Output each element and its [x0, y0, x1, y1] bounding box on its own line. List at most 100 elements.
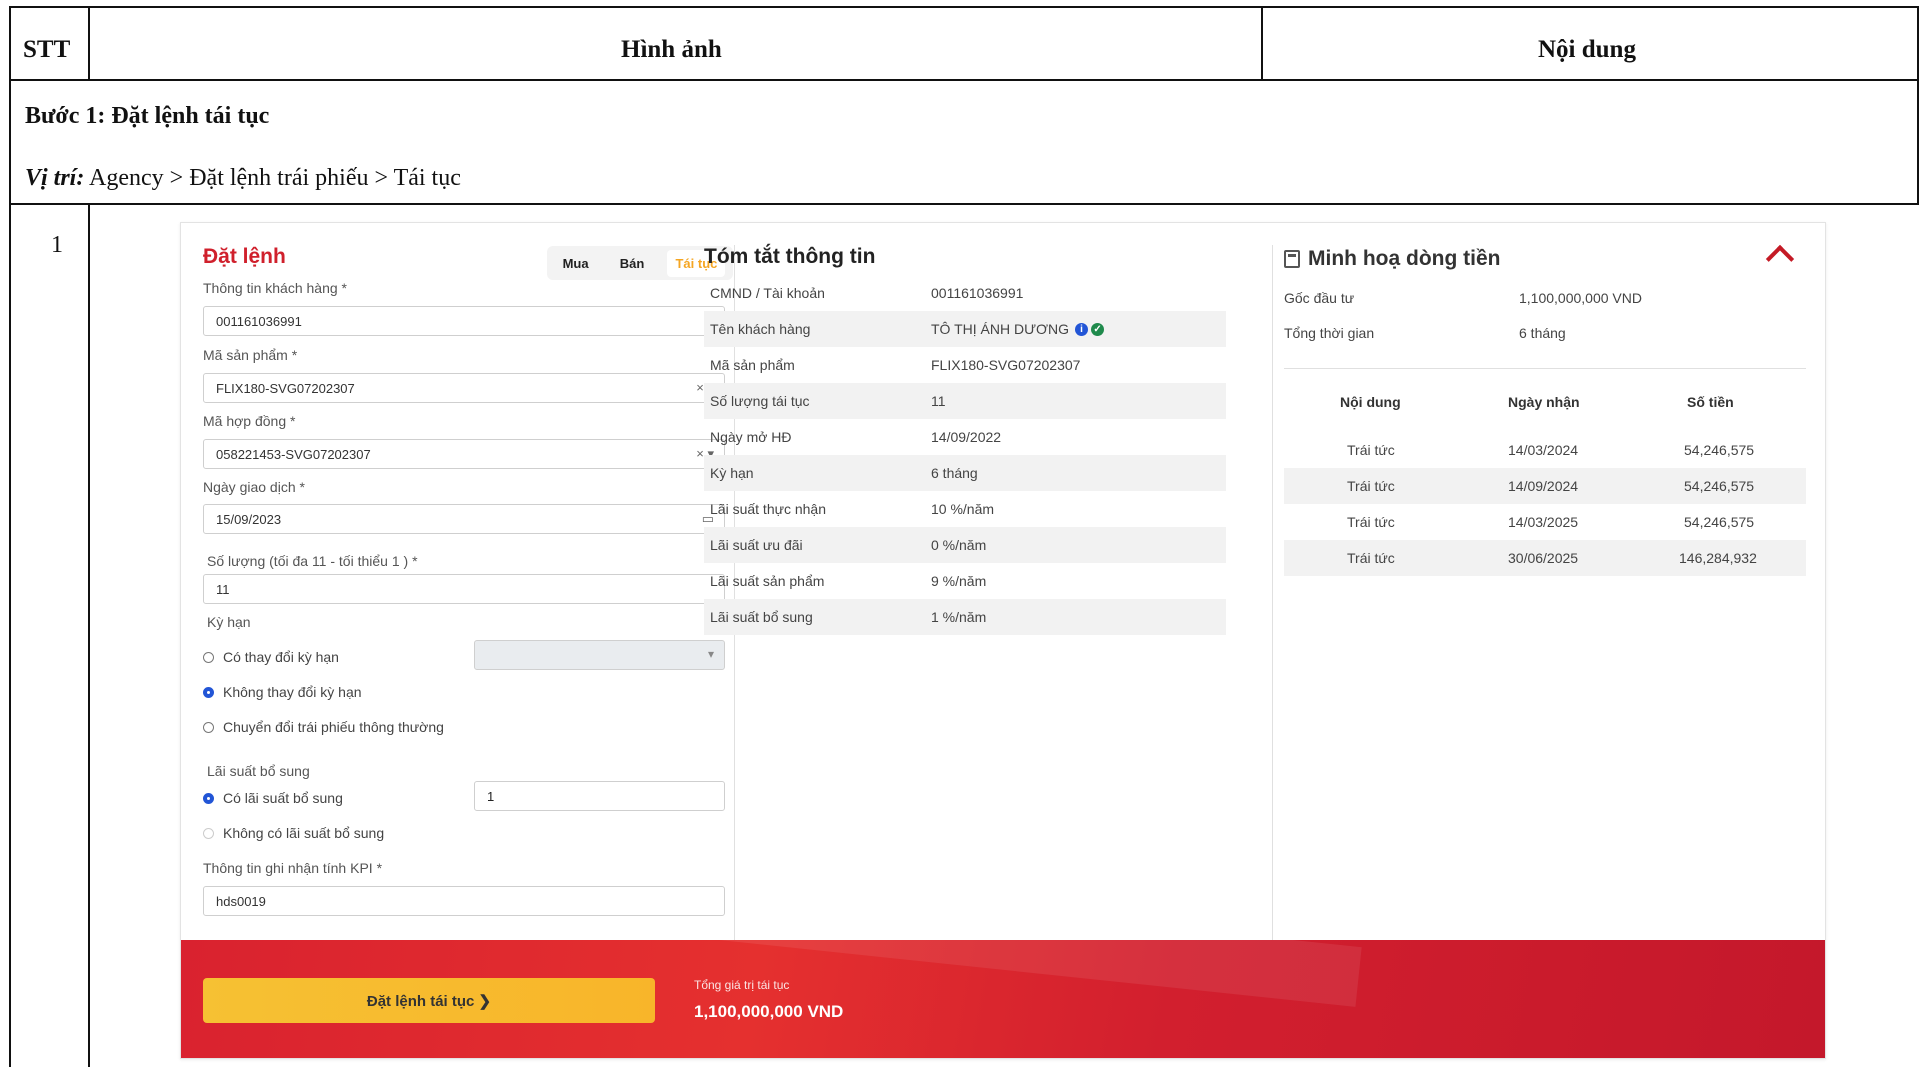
col-divider-1-body [88, 203, 90, 1067]
row-number: 1 [51, 232, 63, 258]
term-select[interactable]: ▾ [474, 640, 725, 670]
customer-name-cell: TÔ THỊ ÁNH DƯƠNG i ✓ [931, 321, 1105, 337]
summary-value: 0 %/năm [931, 537, 987, 553]
quantity-input[interactable]: 11 [203, 574, 725, 604]
table-row: Trái tức 14/09/2024 54,246,575 [1284, 468, 1806, 504]
date-input[interactable]: 15/09/2023 ▭ [203, 504, 725, 534]
total-value: 1,100,000,000 VND [694, 1002, 844, 1021]
summary-row: Kỳ hạn 6 tháng [704, 455, 1226, 491]
header-content: Nội dung [1538, 36, 1636, 63]
summary-row: Mã sản phẩm FLIX180-SVG07202307 [704, 347, 1226, 383]
location-path: Agency > Đặt lệnh trái phiếu > Tái tục [89, 165, 461, 191]
kpi-input[interactable]: hds0019 [203, 886, 725, 916]
summary-key: Tên khách hàng [710, 321, 811, 337]
summary-key: Mã sản phẩm [710, 357, 795, 373]
duration-label: Tổng thời gian [1284, 325, 1375, 341]
total-label: Tổng giá trị tái tục [694, 978, 790, 992]
col-amount: Số tiền [1687, 394, 1734, 410]
kpi-label: Thông tin ghi nhận tính KPI * [203, 860, 383, 876]
cell-date: 30/06/2025 [1508, 550, 1579, 566]
summary-key: Lãi suất sản phẩm [710, 573, 825, 589]
tab-sell[interactable]: Bán [612, 250, 653, 277]
cashflow-title: Minh hoạ dòng tiền [1284, 247, 1500, 271]
term-option-keep-label: Không thay đổi kỳ hạn [223, 684, 362, 700]
submit-renewal-button[interactable]: Đặt lệnh tái tục ❯ [203, 978, 655, 1023]
extra-rate-no[interactable]: Không có lãi suất bổ sung [203, 825, 384, 841]
table-border-right [1917, 6, 1919, 205]
extra-rate-yes[interactable]: Có lãi suất bổ sung [203, 790, 343, 806]
summary-row: Ngày mở HĐ 14/09/2022 [704, 419, 1226, 455]
table-border-left [9, 6, 11, 1067]
header-image: Hình ảnh [621, 36, 722, 63]
order-form-title: Đặt lệnh [203, 245, 286, 268]
cell-date: 14/03/2024 [1508, 442, 1579, 458]
table-row: Trái tức 14/03/2024 54,246,575 [1284, 432, 1806, 468]
extra-rate-input[interactable]: 1 [474, 781, 725, 811]
kpi-value: hds0019 [216, 893, 266, 909]
term-label: Kỳ hạn [207, 614, 251, 630]
cell-amount: 54,246,575 [1684, 514, 1755, 530]
radio-icon[interactable] [203, 686, 214, 698]
summary-row: Lãi suất ưu đãi 0 %/năm [704, 527, 1226, 563]
table-border-top [9, 6, 1919, 8]
product-select[interactable]: FLIX180-SVG07202307 × ▾ [203, 373, 725, 403]
app-screenshot: Đặt lệnh Mua Bán Tái tục Thông tin khách… [180, 222, 1826, 1059]
col-divider-1-head [88, 6, 90, 81]
duration-value: 6 tháng [1519, 325, 1566, 341]
principal-value: 1,100,000,000 VND [1519, 290, 1642, 306]
chevron-up-icon[interactable] [1765, 244, 1795, 274]
radio-icon[interactable] [203, 827, 214, 839]
table-row: Trái tức 30/06/2025 146,284,932 [1284, 540, 1806, 576]
header-stt: STT [23, 36, 71, 63]
summary-value: 1 %/năm [931, 609, 987, 625]
check-icon: ✓ [1091, 322, 1105, 336]
cell-content: Trái tức [1347, 514, 1395, 530]
column-divider [1272, 245, 1273, 940]
header-divider [9, 79, 1919, 81]
duration-row: Tổng thời gian 6 tháng [1284, 325, 1566, 341]
cell-date: 14/09/2024 [1508, 478, 1579, 494]
step-divider [9, 203, 1919, 205]
date-value: 15/09/2023 [216, 511, 282, 527]
summary-value: 9 %/năm [931, 573, 987, 589]
summary-key: Lãi suất bổ sung [710, 609, 813, 625]
term-option-convert[interactable]: Chuyển đổi trái phiếu thông thường [203, 719, 444, 735]
cell-content: Trái tức [1347, 550, 1395, 566]
col-content: Nội dung [1340, 394, 1401, 410]
summary-key: Ngày mở HĐ [710, 429, 792, 445]
summary-value: 14/09/2022 [931, 429, 1002, 445]
principal-row: Gốc đầu tư 1,100,000,000 VND [1284, 290, 1642, 306]
table-row: Trái tức 14/03/2025 54,246,575 [1284, 504, 1806, 540]
location-label: Vị trí: [25, 165, 85, 191]
contract-select[interactable]: 058221453-SVG07202307 × ▾ [203, 439, 725, 469]
extra-rate-label: Lãi suất bổ sung [207, 763, 310, 779]
cell-content: Trái tức [1347, 442, 1395, 458]
quantity-label: Số lượng (tối đa 11 - tối thiểu 1 ) * [207, 553, 418, 569]
customer-input[interactable]: 001161036991 [203, 306, 725, 336]
chevron-down-icon: ▾ [707, 647, 714, 661]
quantity-value: 11 [216, 581, 230, 597]
term-option-keep[interactable]: Không thay đổi kỳ hạn [203, 684, 362, 700]
extra-rate-yes-label: Có lãi suất bổ sung [223, 790, 343, 806]
tab-buy[interactable]: Mua [555, 250, 597, 277]
calculator-icon [1284, 250, 1300, 268]
summary-row: Lãi suất sản phẩm 9 %/năm [704, 563, 1226, 599]
cell-content: Trái tức [1347, 478, 1395, 494]
customer-value: 001161036991 [216, 313, 302, 329]
col-divider-2-head [1261, 6, 1263, 81]
radio-icon[interactable] [203, 651, 214, 663]
summary-row: Tên khách hàng TÔ THỊ ÁNH DƯƠNG i ✓ [704, 311, 1226, 347]
info-icon[interactable]: i [1075, 322, 1089, 336]
radio-icon[interactable] [203, 721, 214, 733]
summary-key: Lãi suất thực nhận [710, 501, 827, 517]
term-option-change[interactable]: Có thay đổi kỳ hạn [203, 649, 339, 665]
cell-amount: 54,246,575 [1684, 442, 1755, 458]
cell-date: 14/03/2025 [1508, 514, 1579, 530]
cell-amount: 146,284,932 [1679, 550, 1757, 566]
product-value: FLIX180-SVG07202307 [216, 380, 355, 396]
contract-value: 058221453-SVG07202307 [216, 446, 371, 462]
radio-icon[interactable] [203, 792, 214, 804]
summary-value: 10 %/năm [931, 501, 995, 517]
summary-value: 11 [931, 393, 946, 409]
divider [1284, 368, 1806, 369]
